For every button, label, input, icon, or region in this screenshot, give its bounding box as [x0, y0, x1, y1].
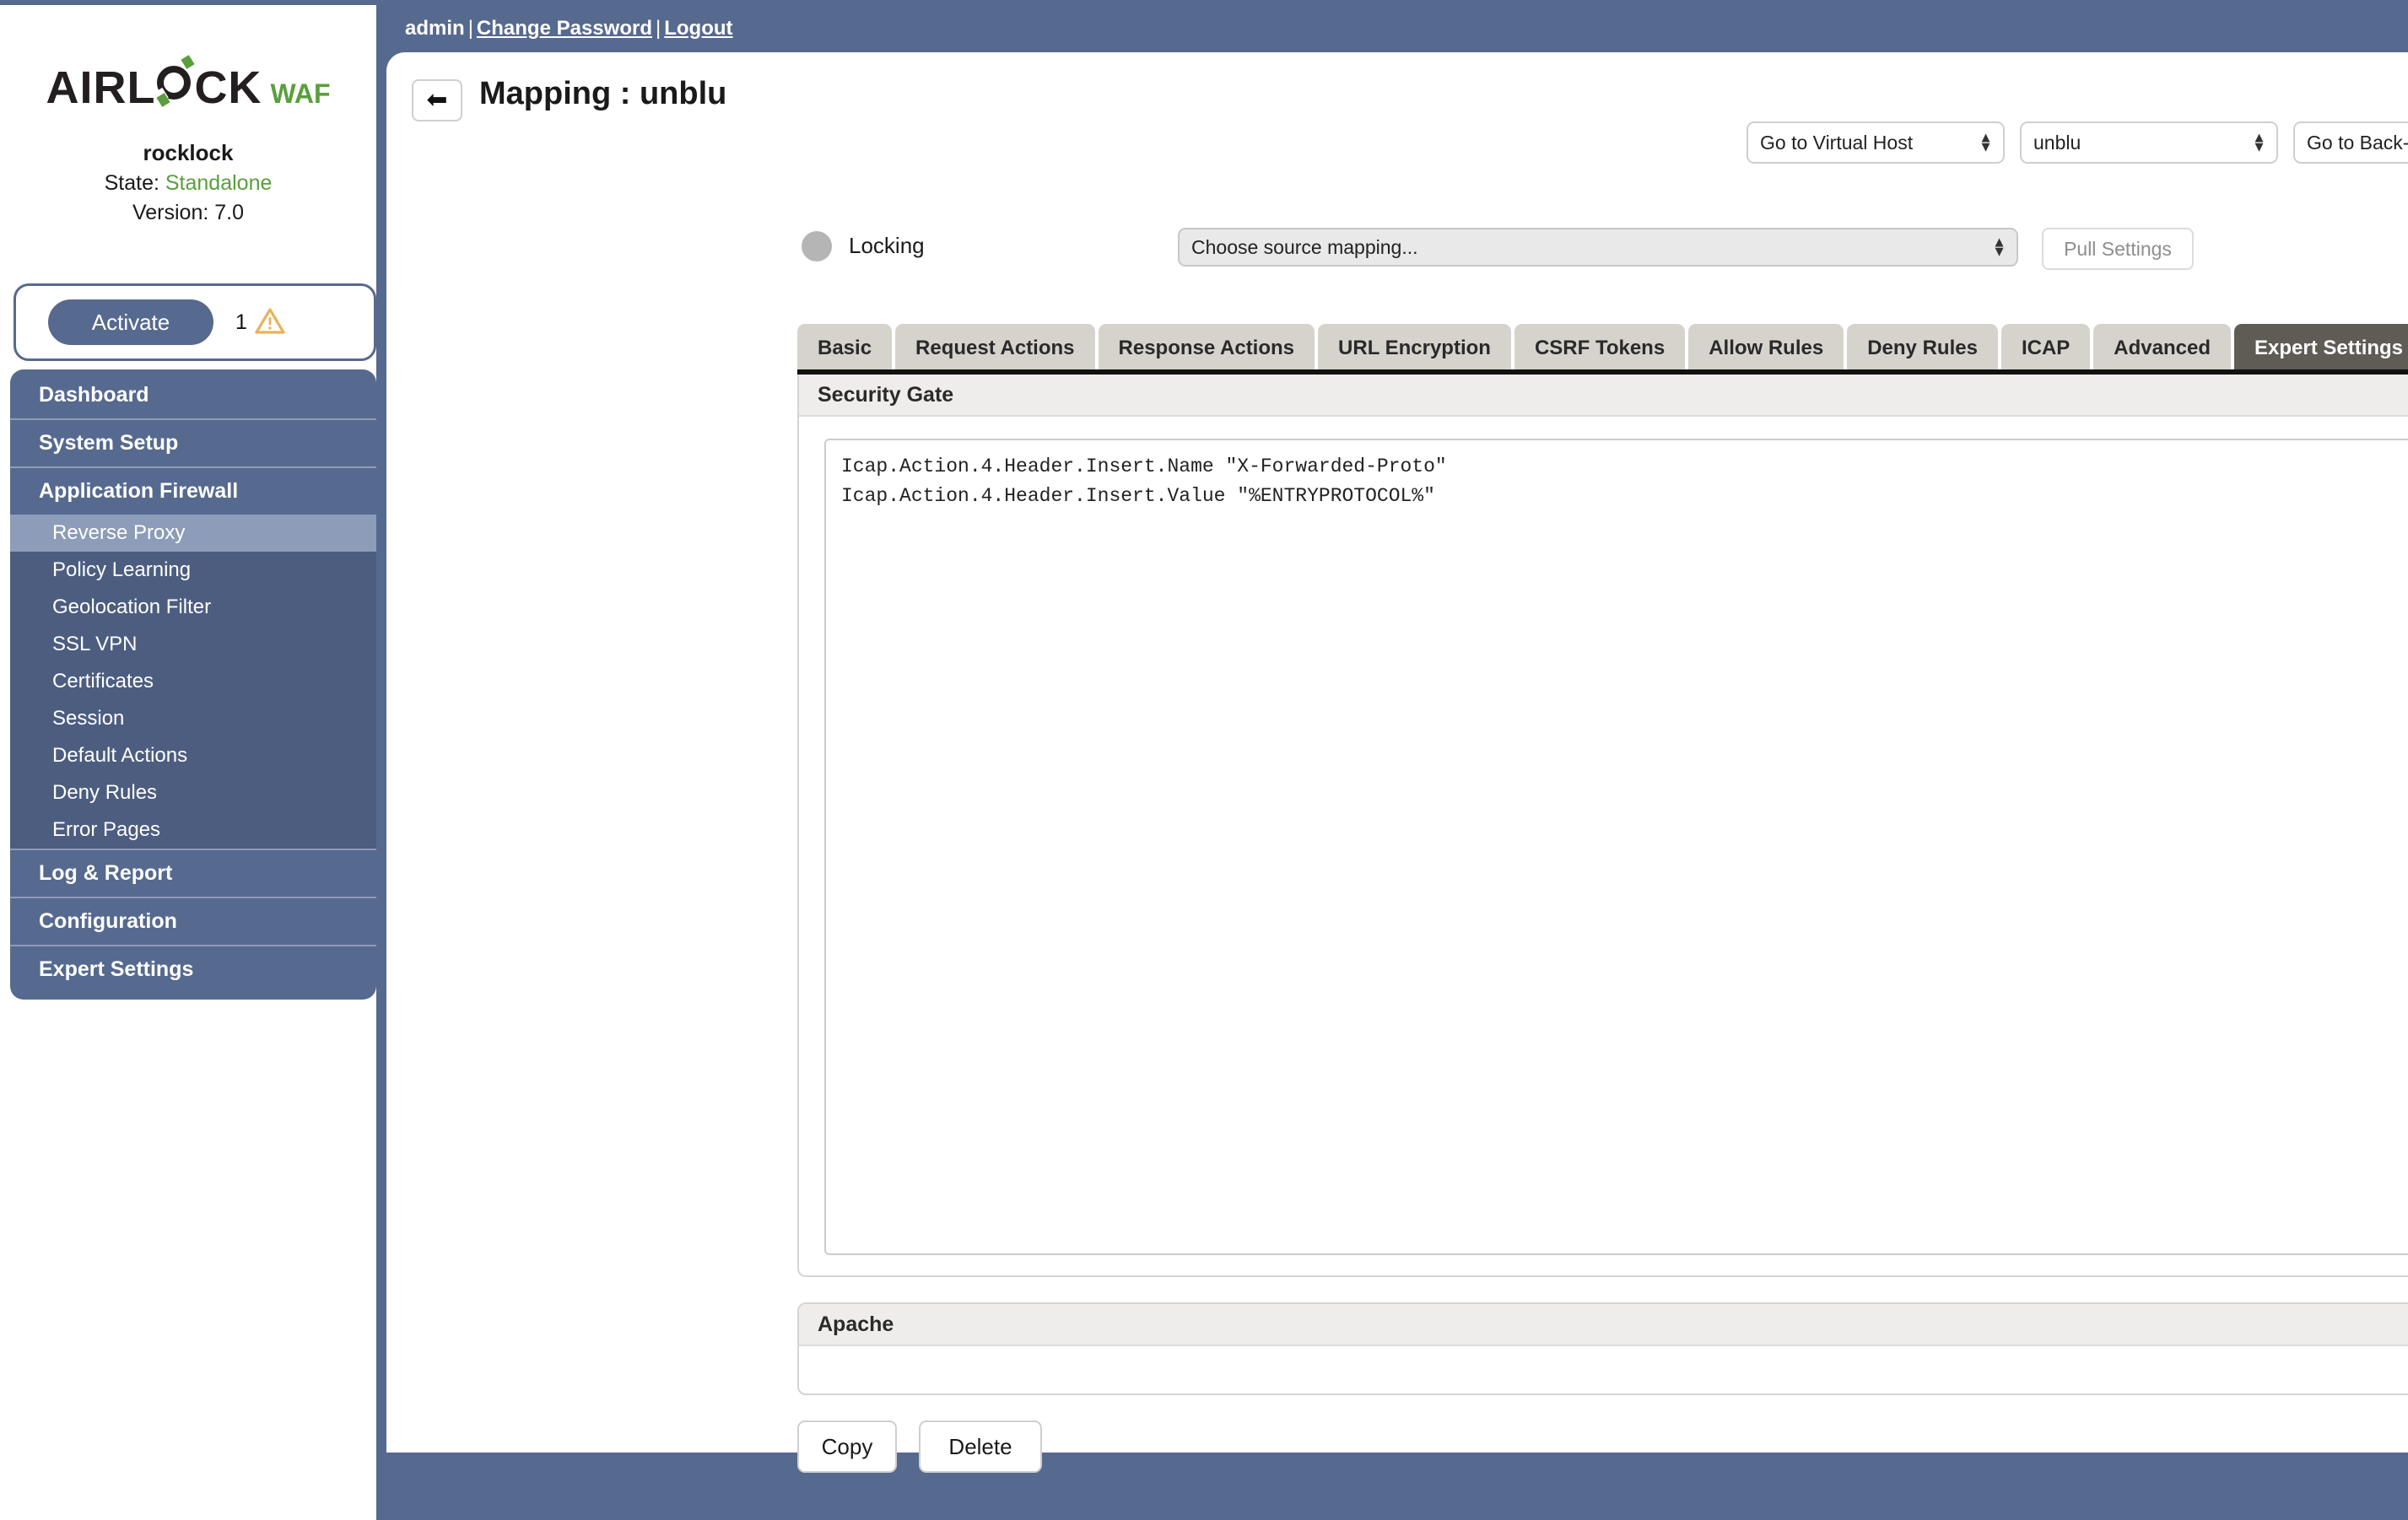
sidebar-item-ssl-vpn[interactable]: SSL VPN	[10, 626, 376, 663]
appliance-state-value: Standalone	[165, 170, 273, 195]
locking-row	[386, 145, 2408, 216]
topbar-user-links: admin | Change Password | Logout	[405, 17, 733, 40]
logo-text-waf: WAF	[270, 78, 331, 109]
appliance-state: State: Standalone	[0, 170, 376, 197]
page-title: Mapping : unblu	[479, 76, 727, 111]
sidebar-nav: Dashboard System Setup Application Firew…	[10, 369, 376, 1000]
delete-button[interactable]: Delete	[919, 1420, 1042, 1473]
logout-link[interactable]: Logout	[664, 17, 732, 40]
security-gate-header: Security Gate ON OFF ?	[799, 375, 2408, 417]
security-gate-title: Security Gate	[818, 382, 954, 407]
sidebar-item-expert-settings[interactable]: Expert Settings	[10, 945, 376, 993]
sidebar-item-dashboard[interactable]: Dashboard	[10, 369, 376, 418]
logo-text-ck: CK	[194, 62, 262, 113]
tab-response-actions[interactable]: Response Actions	[1098, 324, 1315, 373]
locking-label: Locking	[849, 233, 925, 258]
activate-panel: Activate 1	[13, 283, 376, 361]
tab-request-actions[interactable]: Request Actions	[895, 324, 1095, 373]
sidebar-item-reverse-proxy[interactable]: Reverse Proxy	[10, 515, 376, 552]
sidebar-item-system-setup[interactable]: System Setup	[10, 418, 376, 466]
appliance-version: Version: 7.0	[0, 200, 376, 226]
tab-expert-settings[interactable]: Expert Settings	[2233, 324, 2408, 373]
sidebar-item-session[interactable]: Session	[10, 700, 376, 737]
tab-advanced[interactable]: Advanced	[2093, 324, 2231, 373]
tab-deny-rules[interactable]: Deny Rules	[1847, 324, 1998, 373]
warning-triangle-icon[interactable]	[255, 307, 285, 338]
sidebar-item-default-actions[interactable]: Default Actions	[10, 737, 376, 774]
topbar-separator-2: |	[655, 17, 661, 40]
change-password-link[interactable]: Change Password	[477, 17, 652, 40]
sidebar-item-error-pages[interactable]: Error Pages	[10, 811, 376, 849]
sidebar-item-policy-learning[interactable]: Policy Learning	[10, 552, 376, 589]
sidebar: AIRL CK WAF rocklock State: Standalone V…	[0, 5, 376, 1520]
source-mapping-select-value: Choose source mapping...	[1191, 235, 1418, 258]
sidebar-item-application-firewall[interactable]: Application Firewall	[10, 466, 376, 515]
sidebar-item-log-and-report[interactable]: Log & Report	[10, 849, 376, 897]
app-root: AIRL CK WAF rocklock State: Standalone V…	[0, 0, 2408, 1520]
copy-button[interactable]: Copy	[797, 1420, 897, 1473]
apache-title: Apache	[818, 1312, 894, 1336]
tab-basic[interactable]: Basic	[797, 324, 893, 373]
back-arrow-icon[interactable]: ⬅	[412, 79, 462, 121]
appliance-state-label: State:	[104, 170, 159, 195]
tab-url-encryption[interactable]: URL Encryption	[1318, 324, 1511, 373]
apache-header: Apache ON OFF ?	[799, 1304, 2408, 1346]
logo-text-airl: AIRL	[46, 62, 156, 113]
topbar-username: admin	[405, 17, 465, 40]
topbar-separator-1: |	[467, 17, 473, 40]
appliance-version-label: Version:	[132, 200, 209, 224]
pull-settings-button[interactable]: Pull Settings	[2042, 228, 2194, 270]
sidebar-item-deny-rules[interactable]: Deny Rules	[10, 774, 376, 811]
sidebar-item-certificates[interactable]: Certificates	[10, 663, 376, 700]
sidebar-subnav-application-firewall: Reverse Proxy Policy Learning Geolocatio…	[10, 515, 376, 849]
main-content-panel: ⬅ Mapping : unblu Go to Virtual Host ▲ ▼ …	[386, 52, 2408, 1473]
tab-bar: Basic Request Actions Response Actions U…	[797, 321, 2408, 373]
activate-button[interactable]: Activate	[48, 299, 213, 345]
security-gate-config-textarea[interactable]: Icap.Action.4.Header.Insert.Name "X-Forw…	[824, 439, 2408, 1255]
airlock-waf-logo: AIRL CK WAF	[0, 55, 376, 113]
sidebar-item-geolocation-filter[interactable]: Geolocation Filter	[10, 589, 376, 626]
logo-padlock-o-icon	[154, 55, 198, 107]
locking-status-indicator[interactable]	[802, 231, 832, 261]
tab-icap[interactable]: ICAP	[2000, 324, 2091, 373]
warning-count: 1	[235, 310, 247, 334]
apache-panel: Apache ON OFF ?	[797, 1302, 2408, 1395]
appliance-hostname: rocklock	[143, 140, 234, 165]
sidebar-item-configuration[interactable]: Configuration	[10, 897, 376, 945]
security-gate-panel: Security Gate ON OFF ? Icap.Action.4.Hea…	[797, 375, 2408, 1277]
tab-csrf-tokens[interactable]: CSRF Tokens	[1514, 324, 1686, 373]
source-mapping-select[interactable]: Choose source mapping... ▲ ▼	[1178, 228, 2018, 267]
chevron-updown-icon: ▲ ▼	[1992, 234, 2006, 259]
appliance-version-value: 7.0	[214, 200, 245, 224]
tab-allow-rules[interactable]: Allow Rules	[1688, 324, 1844, 373]
